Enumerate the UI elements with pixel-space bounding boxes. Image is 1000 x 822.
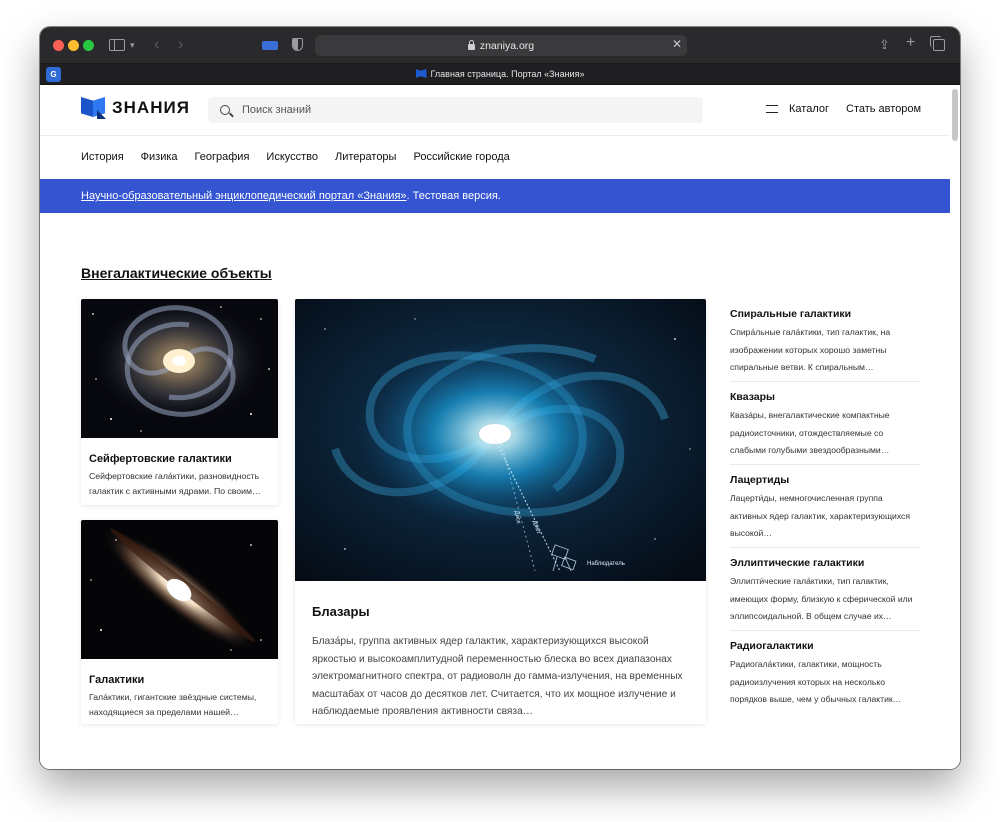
card-title: Блазары — [312, 604, 370, 619]
scrollbar-thumb[interactable] — [952, 89, 958, 141]
list-item-excerpt: Лацерти́ды, немногочисленная группа акти… — [730, 493, 911, 538]
minimize-window-button[interactable] — [68, 40, 79, 51]
forward-button[interactable]: › — [178, 36, 183, 54]
nav-item-art[interactable]: Искусство — [266, 151, 318, 163]
list-item-title: Спиральные галактики — [730, 308, 852, 320]
back-button[interactable]: ‹ — [154, 36, 159, 54]
address-bar[interactable]: znaniya.org ✕ — [315, 35, 687, 56]
blazar-illustration: Джет Диск Наблюдатель — [295, 299, 706, 581]
section-title[interactable]: Внегалактические объекты — [81, 265, 272, 281]
nav-item-geography[interactable]: География — [195, 151, 250, 163]
search-icon — [220, 105, 230, 115]
active-tab[interactable]: Главная страница. Портал «Знания» — [40, 67, 960, 82]
tab-overview-icon[interactable] — [930, 36, 945, 51]
spiral-galaxy-image — [81, 299, 278, 438]
nav-item-literature[interactable]: Литераторы — [335, 151, 396, 163]
search-input[interactable] — [242, 104, 642, 116]
sidebar-toggle-icon[interactable] — [109, 39, 125, 51]
close-window-button[interactable] — [53, 40, 64, 51]
privacy-shield-icon[interactable] — [292, 38, 303, 51]
catalog-label: Каталог — [789, 103, 829, 115]
list-item-title: Лацертиды — [730, 474, 790, 486]
catalog-button[interactable]: Каталог — [766, 103, 829, 115]
featured-article-blazars[interactable]: Джет Диск Наблюдатель Блазары Блаза́ры, … — [295, 299, 706, 724]
card-title: Галактики — [89, 674, 145, 686]
list-item-excerpt: Эллипти́ческие гала́ктики, тип галактик,… — [730, 576, 913, 621]
browser-window: ▾ ‹ › znaniya.org ✕ ⇪ + G Главная страни… — [40, 27, 960, 769]
list-item[interactable]: Спиральные галактики Спира́льные гала́кт… — [730, 299, 920, 382]
list-item-excerpt: Спира́льные гала́ктики, тип галактик, на… — [730, 327, 891, 372]
extension-icon[interactable] — [262, 41, 278, 50]
article-card-seyfert[interactable]: Сейфертовские галактики Сейфертовские га… — [81, 299, 278, 505]
list-item-excerpt: Кваза́ры, внегалактические компактные ра… — [730, 410, 890, 455]
favicon-icon — [415, 69, 427, 78]
list-item-title: Квазары — [730, 391, 775, 403]
book-logo-icon — [81, 97, 106, 119]
become-author-link[interactable]: Стать автором — [846, 103, 921, 115]
card-excerpt: Гала́ктики, гигантские звёздные системы,… — [89, 692, 257, 717]
card-excerpt: Блаза́ры, группа активных ядер галактик,… — [312, 636, 683, 717]
banner-suffix: . Тестовая версия. — [406, 190, 501, 202]
banner-link[interactable]: Научно-образовательный энциклопедический… — [81, 190, 407, 202]
list-item-title: Эллиптические галактики — [730, 557, 865, 569]
clear-address-icon[interactable]: ✕ — [672, 37, 682, 51]
site-header: ЗНАНИЯ Каталог Стать автором — [40, 85, 950, 136]
observer-label: Наблюдатель — [587, 561, 625, 567]
logo-text: ЗНАНИЯ — [112, 98, 190, 117]
nav-item-physics[interactable]: Физика — [141, 151, 178, 163]
article-card-galaxies[interactable]: Галактики Гала́ктики, гигантские звёздны… — [81, 520, 278, 724]
tab-title: Главная страница. Портал «Знания» — [430, 69, 585, 79]
edge-on-galaxy-image — [81, 520, 278, 659]
card-excerpt: Сейфертовские гала́ктики, разновидность … — [89, 471, 261, 496]
category-nav: История Физика География Искусство Литер… — [81, 151, 527, 163]
list-item[interactable]: Квазары Кваза́ры, внегалактические компа… — [730, 382, 920, 465]
list-item-excerpt: Радиогала́ктики, галактики, мощность рад… — [730, 659, 902, 704]
list-item[interactable]: Радиогалактики Радиогала́ктики, галактик… — [730, 631, 920, 714]
info-banner: Научно-образовательный энциклопедический… — [40, 179, 950, 213]
nav-item-history[interactable]: История — [81, 151, 124, 163]
browser-toolbar: ▾ ‹ › znaniya.org ✕ ⇪ + — [40, 27, 960, 64]
card-title: Сейфертовские галактики — [89, 453, 232, 465]
page-viewport: ЗНАНИЯ Каталог Стать автором История Физ… — [40, 85, 960, 769]
zoom-window-button[interactable] — [83, 40, 94, 51]
share-icon[interactable]: ⇪ — [879, 36, 890, 54]
new-tab-icon[interactable]: + — [906, 34, 915, 52]
list-item[interactable]: Лацертиды Лацерти́ды, немногочисленная г… — [730, 465, 920, 548]
related-articles-list: Спиральные галактики Спира́льные гала́кт… — [730, 299, 920, 714]
lock-icon — [467, 39, 475, 50]
nav-item-russian-cities[interactable]: Российские города — [413, 151, 509, 163]
list-item[interactable]: Эллиптические галактики Эллипти́ческие г… — [730, 548, 920, 631]
site-logo[interactable]: ЗНАНИЯ — [81, 97, 190, 119]
list-item-title: Радиогалактики — [730, 640, 814, 652]
search-box[interactable] — [208, 97, 703, 123]
chevron-down-icon[interactable]: ▾ — [130, 36, 135, 54]
tab-bar: G Главная страница. Портал «Знания» — [40, 64, 960, 85]
hamburger-icon — [766, 105, 778, 113]
url-text: znaniya.org — [479, 39, 535, 52]
